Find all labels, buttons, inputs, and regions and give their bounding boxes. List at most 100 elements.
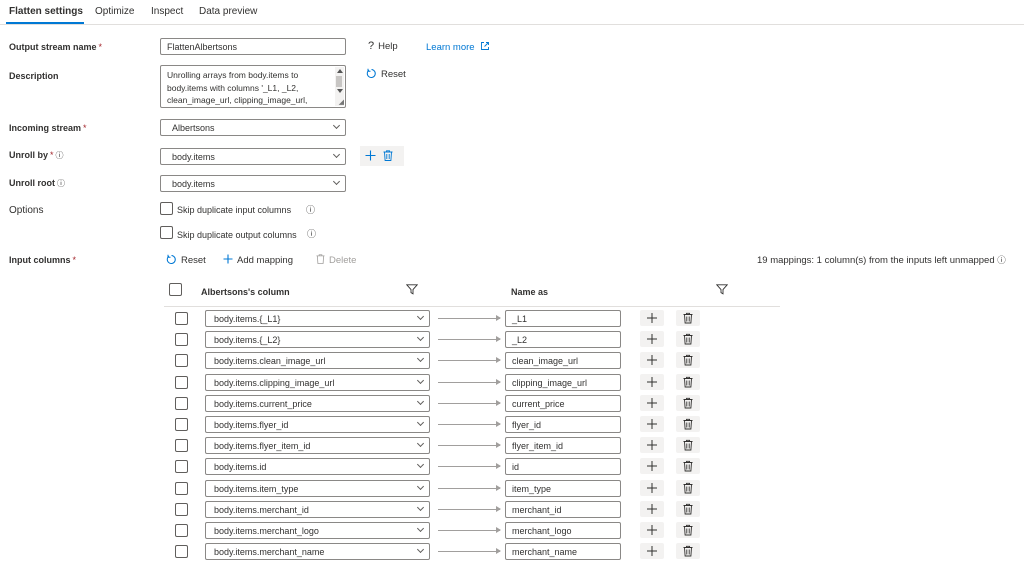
mapping-row: body.items.flyer_id flyer_id — [0, 415, 1024, 436]
row-checkbox[interactable] — [175, 333, 188, 347]
skip-duplicate-output-checkbox[interactable] — [160, 226, 173, 239]
row-checkbox[interactable] — [175, 375, 188, 389]
trash-icon[interactable] — [383, 150, 393, 163]
row-checkbox[interactable] — [175, 312, 188, 325]
scroll-thumb[interactable] — [336, 76, 342, 87]
target-name-input[interactable]: id — [505, 458, 621, 476]
source-column-dropdown[interactable]: body.items.item_type — [205, 479, 430, 497]
add-row-button[interactable] — [640, 416, 664, 432]
tab-inspect[interactable]: Inspect — [151, 6, 183, 17]
delete-row-button[interactable] — [676, 310, 700, 326]
delete-row-button[interactable] — [676, 500, 700, 517]
options-label: Options — [9, 205, 44, 216]
add-row-button[interactable] — [640, 437, 664, 454]
row-checkbox[interactable] — [175, 524, 188, 537]
target-name-input[interactable]: merchant_logo — [505, 522, 621, 539]
delete-row-button[interactable] — [676, 437, 700, 454]
delete-row-button[interactable] — [676, 522, 700, 538]
source-column-dropdown[interactable]: body.items.merchant_name — [205, 543, 430, 561]
source-column-dropdown[interactable]: body.items.current_price — [205, 394, 430, 412]
add-row-button[interactable] — [640, 373, 664, 390]
unroll-by-dropdown[interactable]: body.items — [160, 148, 346, 165]
filter-icon[interactable] — [405, 284, 419, 297]
row-checkbox[interactable] — [175, 502, 188, 516]
target-name-input[interactable]: current_price — [505, 394, 621, 412]
output-stream-name-input[interactable]: FlattenAlbertsons — [160, 38, 346, 55]
help-button[interactable]: ? Help — [368, 40, 398, 52]
add-row-button[interactable] — [640, 543, 664, 560]
reset-top-button[interactable]: Reset — [366, 68, 406, 80]
plus-icon — [647, 503, 657, 514]
delete-label: Delete — [329, 255, 357, 266]
add-row-button[interactable] — [640, 310, 664, 326]
add-mapping-button[interactable]: Add mapping — [223, 254, 293, 266]
add-row-button[interactable] — [640, 458, 664, 475]
delete-row-button[interactable] — [676, 543, 700, 560]
delete-row-button[interactable] — [676, 479, 700, 496]
reset-mapping-button[interactable]: Reset — [166, 254, 206, 266]
row-checkbox[interactable] — [175, 354, 188, 368]
trash-icon — [683, 355, 693, 366]
add-row-button[interactable] — [640, 394, 664, 411]
add-row-button[interactable] — [640, 522, 664, 538]
delete-row-button[interactable] — [676, 373, 700, 390]
plus-icon[interactable] — [365, 150, 376, 163]
target-name-input[interactable]: merchant_id — [505, 500, 621, 518]
tab-flatten-settings[interactable]: Flatten settings — [9, 6, 83, 17]
row-checkbox[interactable] — [175, 545, 188, 559]
source-column-dropdown[interactable]: body.items.merchant_logo — [205, 522, 430, 539]
target-name-input[interactable]: item_type — [505, 479, 621, 497]
target-name-input[interactable]: clipping_image_url — [505, 373, 621, 391]
target-name-input[interactable]: _L1 — [505, 310, 621, 327]
add-row-button[interactable] — [640, 500, 664, 517]
source-column-dropdown[interactable]: body.items.clipping_image_url — [205, 373, 430, 391]
source-column-dropdown[interactable]: body.items.{_L1} — [205, 310, 430, 327]
row-checkbox[interactable] — [175, 439, 188, 453]
learn-more-link[interactable]: Learn more — [426, 41, 490, 54]
row-checkbox[interactable] — [175, 418, 188, 431]
source-column-dropdown[interactable]: body.items.clean_image_url — [205, 352, 430, 370]
add-row-button[interactable] — [640, 352, 664, 369]
filter-icon[interactable] — [715, 284, 729, 297]
chevron-down-icon — [416, 440, 425, 448]
mapping-row: body.items.item_type item_type — [0, 479, 1024, 500]
source-column-value: body.items.current_price — [214, 398, 312, 409]
description-textarea[interactable]: Unrolling arrays from body.items to body… — [160, 65, 346, 108]
add-row-button[interactable] — [640, 331, 664, 348]
delete-button[interactable]: Delete — [316, 254, 356, 266]
resize-grip-icon[interactable]: ◢ — [339, 99, 344, 106]
target-name-input[interactable]: flyer_id — [505, 416, 621, 433]
target-name-input[interactable]: _L2 — [505, 331, 621, 349]
incoming-stream-dropdown[interactable]: Albertsons — [160, 119, 346, 136]
select-all-checkbox[interactable] — [169, 283, 182, 296]
row-checkbox[interactable] — [175, 396, 188, 410]
delete-row-button[interactable] — [676, 458, 700, 475]
unroll-root-dropdown[interactable]: body.items — [160, 175, 346, 192]
chevron-down-icon — [332, 121, 341, 130]
delete-row-button[interactable] — [676, 416, 700, 432]
add-row-button[interactable] — [640, 479, 664, 496]
delete-row-button[interactable] — [676, 331, 700, 348]
row-checkbox[interactable] — [175, 460, 188, 474]
trash-icon — [316, 254, 325, 266]
target-name-input[interactable]: clean_image_url — [505, 352, 621, 370]
output-stream-name-label: Output stream name * — [9, 42, 102, 52]
tab-optimize[interactable]: Optimize — [95, 6, 134, 17]
source-column-dropdown[interactable]: body.items.id — [205, 458, 430, 476]
row-checkbox[interactable] — [175, 481, 188, 495]
target-name-input[interactable]: flyer_item_id — [505, 437, 621, 455]
delete-row-button[interactable] — [676, 394, 700, 411]
tab-data-preview[interactable]: Data preview — [199, 6, 257, 17]
tab-bar: Flatten settings Optimize Inspect Data p… — [0, 0, 1024, 25]
source-column-dropdown[interactable]: body.items.flyer_item_id — [205, 437, 430, 455]
delete-row-button[interactable] — [676, 352, 700, 369]
chevron-down-icon — [416, 355, 425, 363]
skip-duplicate-input-checkbox[interactable] — [160, 202, 173, 215]
source-column-dropdown[interactable]: body.items.flyer_id — [205, 416, 430, 433]
grid-header-divider — [164, 306, 780, 307]
source-column-value: body.items.{_L1} — [214, 314, 281, 324]
source-column-dropdown[interactable]: body.items.merchant_id — [205, 500, 430, 518]
target-name-input[interactable]: merchant_name — [505, 543, 621, 561]
source-column-dropdown[interactable]: body.items.{_L2} — [205, 331, 430, 349]
plus-icon — [647, 397, 657, 408]
